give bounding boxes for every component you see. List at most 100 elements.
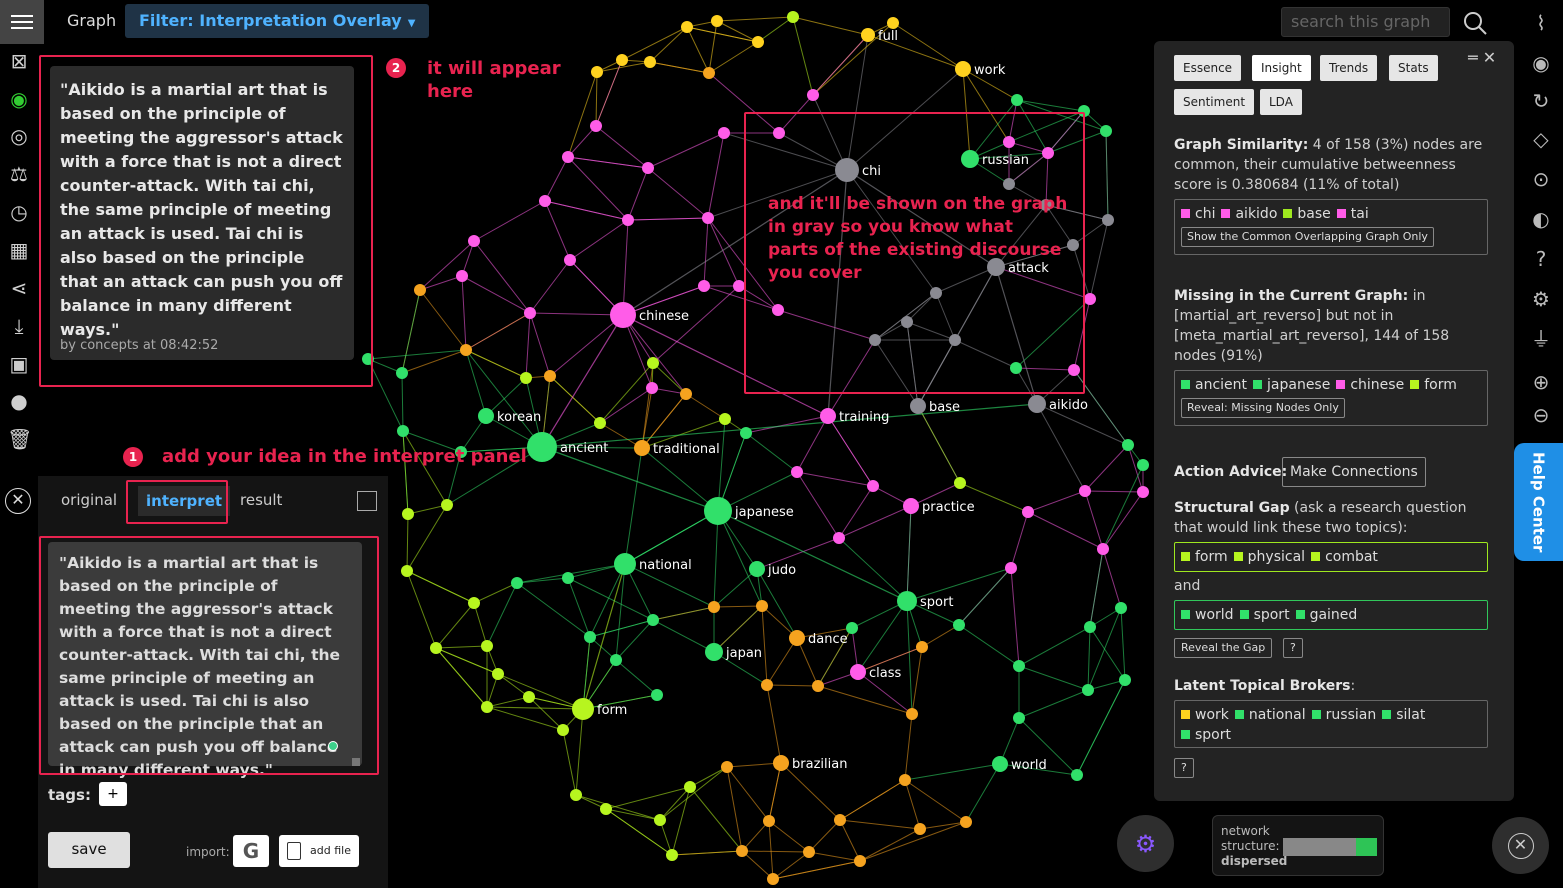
graph-node[interactable] bbox=[756, 600, 768, 612]
common-node-2[interactable]: base bbox=[1283, 204, 1331, 224]
node-label-judo[interactable]: judo bbox=[767, 563, 796, 578]
graph-node[interactable] bbox=[719, 413, 731, 425]
graph-node[interactable] bbox=[1119, 674, 1131, 686]
node-label-world[interactable]: world bbox=[1011, 758, 1047, 773]
graph-node[interactable] bbox=[468, 235, 480, 247]
graph-node[interactable] bbox=[703, 67, 715, 79]
graph-node[interactable] bbox=[846, 622, 858, 634]
graph-node[interactable] bbox=[1011, 94, 1023, 106]
graph-node[interactable] bbox=[616, 54, 628, 66]
graph-node[interactable] bbox=[584, 631, 596, 643]
graph-node[interactable] bbox=[481, 640, 493, 652]
graph-node[interactable] bbox=[647, 614, 659, 626]
node-label-work[interactable]: work bbox=[974, 63, 1006, 78]
close-window-icon[interactable]: ⊠ bbox=[7, 49, 31, 73]
graph-node[interactable] bbox=[644, 56, 656, 68]
graph-node[interactable] bbox=[910, 398, 926, 414]
graph-node[interactable] bbox=[721, 761, 733, 773]
graph-node[interactable] bbox=[460, 344, 472, 356]
show-common-button[interactable]: Show the Common Overlapping Graph Only bbox=[1181, 227, 1434, 247]
filter-dropdown[interactable]: Filter: Interpretation Overlay ▼ bbox=[125, 4, 430, 38]
share-icon[interactable]: ⋖ bbox=[7, 276, 31, 300]
graph-node[interactable] bbox=[396, 367, 408, 379]
gap-b-node-2[interactable]: gained bbox=[1295, 605, 1357, 625]
eye-icon[interactable]: ◉ bbox=[1528, 50, 1554, 76]
add-file-button[interactable]: add file bbox=[279, 835, 359, 867]
close-overlay-button[interactable]: ✕ bbox=[1492, 817, 1549, 874]
graph-node[interactable] bbox=[1013, 660, 1025, 672]
node-label-training[interactable]: training bbox=[839, 410, 889, 425]
node-label-form[interactable]: form bbox=[597, 703, 627, 718]
node-label-japan[interactable]: japan bbox=[725, 646, 762, 661]
graph-node[interactable] bbox=[680, 388, 692, 400]
graph-line-icon[interactable]: ⌇ bbox=[1528, 10, 1554, 36]
graph-node[interactable] bbox=[594, 417, 606, 429]
graph-node[interactable] bbox=[850, 664, 866, 680]
broker-node-0[interactable]: work bbox=[1181, 705, 1229, 725]
balance-icon[interactable]: ⚖ bbox=[7, 162, 31, 186]
insight-button[interactable]: Insight bbox=[1252, 55, 1311, 81]
make-connections-button[interactable]: Make Connections bbox=[1282, 457, 1426, 487]
refresh-icon[interactable]: ↻ bbox=[1528, 88, 1554, 114]
graph-node[interactable] bbox=[646, 382, 658, 394]
target-icon[interactable]: ⊙ bbox=[1528, 166, 1554, 192]
graph-node[interactable] bbox=[834, 814, 846, 826]
search-icon[interactable] bbox=[1462, 10, 1488, 36]
gear-icon[interactable]: ⚙ bbox=[1528, 286, 1554, 312]
graph-node[interactable] bbox=[564, 254, 576, 266]
hamburger-menu-icon[interactable] bbox=[0, 0, 44, 44]
brokers-help-button[interactable]: ? bbox=[1174, 758, 1194, 778]
trash-icon[interactable]: 🗑 bbox=[7, 427, 32, 451]
graph-node[interactable] bbox=[960, 816, 972, 828]
graph-node[interactable] bbox=[833, 532, 845, 544]
add-tag-button[interactable]: + bbox=[99, 782, 127, 806]
missing-node-1[interactable]: japanese bbox=[1253, 375, 1330, 395]
lda-button[interactable]: LDA bbox=[1260, 89, 1302, 115]
graph-node[interactable] bbox=[557, 724, 569, 736]
graph-node[interactable] bbox=[953, 619, 965, 631]
graph-node[interactable] bbox=[1013, 712, 1025, 724]
graph-node[interactable] bbox=[430, 642, 442, 654]
graph-node[interactable] bbox=[478, 408, 494, 424]
graph-node[interactable] bbox=[414, 284, 426, 296]
graph-node[interactable] bbox=[544, 370, 556, 382]
graph-overlay-icon[interactable]: ◉ bbox=[7, 87, 31, 111]
graph-node[interactable] bbox=[562, 572, 574, 584]
node-label-national[interactable]: national bbox=[639, 558, 692, 573]
save-disk-icon[interactable]: ▣ bbox=[7, 352, 31, 376]
graph-node[interactable] bbox=[456, 270, 468, 282]
film-icon[interactable]: ▦ bbox=[7, 238, 31, 262]
graph-node[interactable] bbox=[468, 597, 480, 609]
gap-topic-b[interactable]: world sport gained bbox=[1174, 600, 1488, 630]
zoom-in-icon[interactable]: ⊕ bbox=[1528, 369, 1554, 395]
graph-node[interactable] bbox=[1137, 486, 1149, 498]
graph-node[interactable] bbox=[1097, 543, 1109, 555]
graph-node[interactable] bbox=[812, 680, 824, 692]
help-center-tab[interactable]: Help Center bbox=[1514, 443, 1563, 561]
graph-node[interactable] bbox=[791, 466, 803, 478]
common-node-1[interactable]: aikido bbox=[1221, 204, 1277, 224]
trends-button[interactable]: Trends bbox=[1320, 55, 1378, 81]
graph-node[interactable] bbox=[520, 372, 532, 384]
node-label-dance[interactable]: dance bbox=[808, 632, 848, 647]
graph-node[interactable] bbox=[1084, 621, 1096, 633]
graph-node[interactable] bbox=[401, 565, 413, 577]
missing-node-0[interactable]: ancient bbox=[1181, 375, 1247, 395]
user-icon[interactable]: ● bbox=[7, 389, 31, 413]
gap-help-button[interactable]: ? bbox=[1283, 638, 1303, 658]
sentiment-button[interactable]: Sentiment bbox=[1174, 89, 1255, 115]
common-node-0[interactable]: chi bbox=[1181, 204, 1215, 224]
gap-a-node-0[interactable]: form bbox=[1181, 547, 1228, 567]
graph-node[interactable] bbox=[666, 849, 678, 861]
graph-node[interactable] bbox=[906, 708, 918, 720]
graph-node[interactable] bbox=[684, 781, 696, 793]
graph-node[interactable] bbox=[622, 214, 634, 226]
graph-node[interactable] bbox=[610, 302, 636, 328]
resize-handle[interactable] bbox=[352, 758, 360, 766]
gap-b-node-1[interactable]: sport bbox=[1239, 605, 1290, 625]
graph-node[interactable] bbox=[441, 499, 453, 511]
graph-node[interactable] bbox=[1028, 395, 1046, 413]
stats-button[interactable]: Stats bbox=[1389, 55, 1438, 81]
graph-node[interactable] bbox=[1100, 125, 1112, 137]
graph-node[interactable] bbox=[1022, 506, 1034, 518]
